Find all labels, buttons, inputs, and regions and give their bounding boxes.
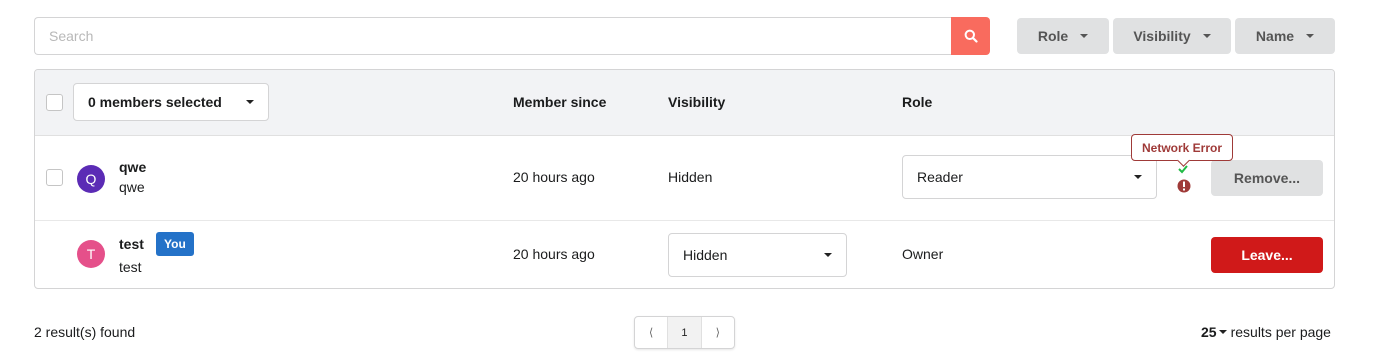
member-username: qwe xyxy=(119,179,145,195)
caret-down-icon xyxy=(1134,175,1142,179)
search-bar xyxy=(34,17,990,55)
header-member-since: Member since xyxy=(513,94,607,110)
avatar-letter: Q xyxy=(85,171,97,187)
caret-down-icon xyxy=(1218,330,1227,334)
header-role: Role xyxy=(902,94,933,110)
leave-button[interactable]: Leave... xyxy=(1211,237,1323,273)
pagination: ⟨ 1 ⟩ xyxy=(634,316,735,349)
visibility-filter-label: Visibility xyxy=(1133,28,1191,44)
member-since: 20 hours ago xyxy=(513,246,595,262)
role-filter-button[interactable]: Role xyxy=(1017,18,1109,54)
members-table: 0 members selected Member since Visibili… xyxy=(34,69,1335,289)
role-dropdown-value: Reader xyxy=(917,169,963,185)
error-indicator-icon xyxy=(1177,165,1191,193)
search-icon xyxy=(964,29,978,43)
per-page-label: results per page xyxy=(1230,324,1331,340)
select-all-checkbox[interactable] xyxy=(46,94,63,111)
prev-page-button[interactable]: ⟨ xyxy=(635,317,667,348)
filter-group: Role Visibility Name xyxy=(1017,18,1335,54)
remove-button[interactable]: Remove... xyxy=(1211,160,1323,196)
role-filter-label: Role xyxy=(1037,28,1069,44)
table-header: 0 members selected Member since Visibili… xyxy=(35,70,1334,136)
per-page-control: 25 results per page xyxy=(1201,324,1331,340)
name-filter-button[interactable]: Name xyxy=(1235,18,1335,54)
visibility-dropdown-value: Hidden xyxy=(683,247,728,263)
page-1-button[interactable]: 1 xyxy=(667,317,701,348)
members-selected-dropdown[interactable]: 0 members selected xyxy=(73,83,269,121)
name-filter-label: Name xyxy=(1255,28,1295,44)
search-button[interactable] xyxy=(951,17,990,55)
members-selected-label: 0 members selected xyxy=(88,94,222,110)
avatar: T xyxy=(77,240,105,268)
avatar: Q xyxy=(77,165,105,193)
caret-down-icon xyxy=(1306,34,1315,38)
next-page-button[interactable]: ⟩ xyxy=(700,317,734,348)
member-name: test xyxy=(119,236,144,252)
caret-down-icon xyxy=(1080,34,1089,38)
visibility-value: Hidden xyxy=(668,169,713,185)
member-name: qwe xyxy=(119,159,147,175)
row-checkbox[interactable] xyxy=(46,169,63,186)
you-badge: You xyxy=(156,232,194,256)
visibility-filter-button[interactable]: Visibility xyxy=(1113,18,1231,54)
role-value: Owner xyxy=(902,246,944,262)
results-count: 2 result(s) found xyxy=(34,324,136,340)
member-username: test xyxy=(119,259,142,275)
caret-down-icon xyxy=(824,253,832,257)
member-since: 20 hours ago xyxy=(513,169,595,185)
search-input[interactable] xyxy=(34,17,951,55)
per-page-value: 25 xyxy=(1201,324,1217,340)
visibility-dropdown[interactable]: Hidden xyxy=(668,233,847,277)
caret-down-icon xyxy=(1202,34,1211,38)
network-error-tooltip: Network Error xyxy=(1131,134,1234,161)
role-dropdown[interactable]: Reader xyxy=(902,155,1157,199)
table-row: T test You test 20 hours ago Hidden Owne… xyxy=(35,221,1334,288)
per-page-dropdown[interactable]: 25 xyxy=(1201,324,1227,340)
caret-down-icon xyxy=(246,100,254,104)
avatar-letter: T xyxy=(86,246,96,262)
header-visibility: Visibility xyxy=(668,94,726,110)
